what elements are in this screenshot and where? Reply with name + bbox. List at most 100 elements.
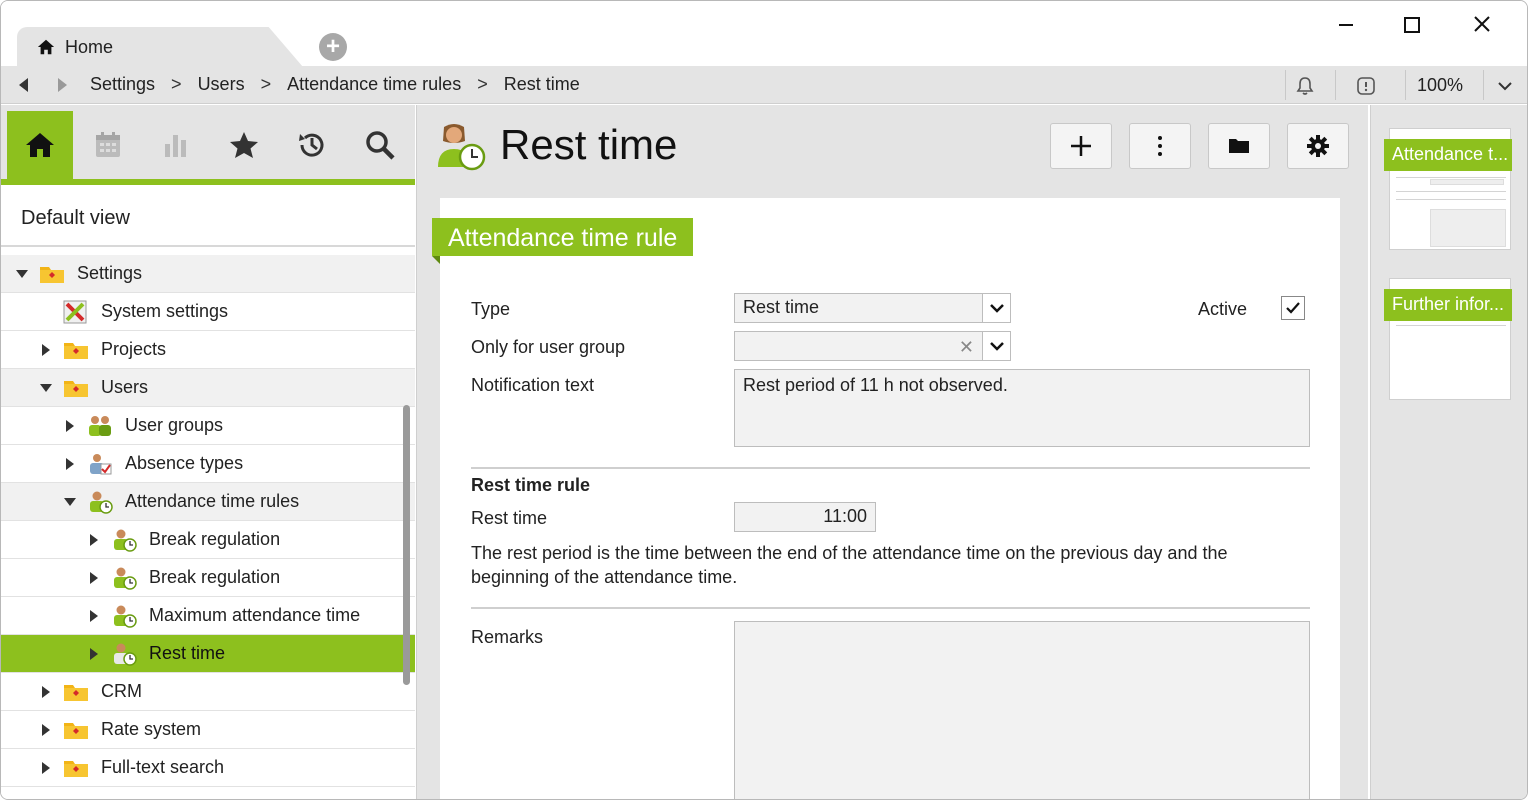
caret-right-icon[interactable]	[39, 343, 53, 357]
thumb-line	[1396, 191, 1506, 192]
forward-icon[interactable]	[53, 76, 71, 94]
add-icon	[1071, 136, 1091, 156]
tree-item-users[interactable]: Users	[1, 369, 415, 407]
tree-item-maximum-attendance-time[interactable]: Maximum attendance time	[1, 597, 415, 635]
sidebar-tab-history[interactable]	[279, 111, 345, 179]
folder-icon	[64, 684, 88, 701]
sidebar-tab-calendar[interactable]	[75, 111, 141, 179]
caret-right-icon[interactable]	[87, 571, 101, 585]
tree-item-break-regulation[interactable]: Break regulation	[1, 559, 415, 597]
tree-item-attendance-time-rules[interactable]: Attendance time rules	[1, 483, 415, 521]
calendar-icon	[96, 132, 120, 157]
settings-tools-icon	[63, 300, 87, 323]
caret-down-icon[interactable]	[63, 495, 77, 509]
title-bar: Home +	[1, 1, 1527, 67]
caret-down-icon[interactable]	[15, 267, 29, 281]
section-header-attendance-time-rule: Attendance time rule	[432, 218, 694, 264]
divider	[1335, 70, 1336, 100]
settings-button[interactable]	[1287, 123, 1349, 169]
active-checkbox[interactable]	[1281, 296, 1305, 320]
thumbnail-label: Attendance t...	[1384, 139, 1512, 171]
sidebar-tab-home[interactable]	[7, 111, 73, 179]
search-icon	[366, 131, 395, 160]
caret-right-icon[interactable]	[63, 419, 77, 433]
tree-item-full-text-search[interactable]: Full-text search	[1, 749, 415, 787]
rest-time-description: The rest period is the time between the …	[471, 543, 1228, 587]
user-group-dropdown-button[interactable]	[982, 332, 1010, 360]
close-icon[interactable]	[1467, 11, 1497, 39]
sidebar-icon-bar	[1, 105, 415, 185]
sidebar-scrollbar[interactable]	[403, 405, 410, 685]
maximize-icon[interactable]	[1397, 11, 1427, 39]
thumb-line	[1396, 199, 1506, 200]
caret-right-icon[interactable]	[87, 609, 101, 623]
tree-item-system-settings[interactable]: System settings	[1, 293, 415, 331]
caret-right-icon[interactable]	[39, 723, 53, 737]
attendance-icon	[114, 567, 137, 590]
folder-icon	[64, 342, 88, 359]
type-select[interactable]: Rest time	[734, 293, 1011, 323]
tree-item-absence-types[interactable]: Absence types	[1, 445, 415, 483]
main-content: Rest time Attendance time rule Type Rest…	[422, 105, 1368, 799]
more-icon	[1158, 136, 1162, 156]
home-icon	[26, 133, 54, 157]
tree-item-break-regulation[interactable]: Break regulation	[1, 521, 415, 559]
type-dropdown-button[interactable]	[982, 294, 1010, 322]
tree-item-label: Rate system	[101, 719, 202, 739]
breadcrumb-rest-time[interactable]: Rest time	[504, 74, 580, 95]
caret-right-icon[interactable]	[63, 457, 77, 471]
page-title: Rest time	[500, 121, 678, 168]
thumbnail-attendance-time-rule[interactable]: Attendance t...	[1384, 128, 1512, 250]
folder-button[interactable]	[1208, 123, 1270, 169]
remarks-textarea[interactable]	[734, 621, 1310, 799]
alert-icon[interactable]	[1355, 75, 1377, 97]
back-icon[interactable]	[15, 76, 33, 94]
remarks-label: Remarks	[471, 627, 544, 647]
tab-home[interactable]: Home	[17, 27, 303, 67]
bell-icon[interactable]	[1294, 75, 1316, 97]
tree-item-label: Attendance time rules	[125, 491, 300, 511]
breadcrumb-users[interactable]: Users	[198, 74, 245, 95]
rest-time-label: Rest time	[471, 508, 548, 528]
zoom-level[interactable]: 100%	[1417, 75, 1463, 96]
sidebar-tab-search[interactable]	[347, 111, 413, 179]
sidebar-tab-favorites[interactable]	[211, 111, 277, 179]
caret-right-icon[interactable]	[87, 647, 101, 661]
tree-item-label: Break regulation	[149, 529, 281, 549]
tree-item-crm[interactable]: CRM	[1, 673, 415, 711]
divider	[1285, 70, 1286, 100]
default-view-label[interactable]: Default view	[1, 185, 415, 247]
attendance-icon	[90, 491, 113, 514]
breadcrumb-separator: >	[477, 74, 488, 94]
tree-item-projects[interactable]: Projects	[1, 331, 415, 369]
thumb-line	[1396, 177, 1506, 178]
user-group-label: Only for user group	[471, 337, 626, 357]
chevron-down-icon[interactable]	[1494, 75, 1516, 97]
rest-time-input[interactable]: 11:00	[734, 502, 876, 532]
tree-item-rate-system[interactable]: Rate system	[1, 711, 415, 749]
tree-item-label: Settings	[77, 263, 143, 283]
breadcrumb-settings[interactable]: Settings	[90, 74, 155, 95]
breadcrumb-attendance-time-rules[interactable]: Attendance time rules	[287, 74, 461, 95]
divider	[1483, 70, 1484, 100]
caret-right-icon[interactable]	[39, 685, 53, 699]
clear-icon[interactable]: ✕	[959, 337, 974, 358]
minimize-icon[interactable]	[1331, 11, 1361, 39]
caret-right-icon[interactable]	[39, 761, 53, 775]
thumbnail-further-information[interactable]: Further infor...	[1384, 278, 1512, 400]
notification-textarea[interactable]: Rest period of 11 h not observed.	[734, 369, 1310, 447]
tree-item-user-groups[interactable]: User groups	[1, 407, 415, 445]
caret-down-icon[interactable]	[39, 381, 53, 395]
breadcrumb-separator: >	[171, 74, 182, 94]
sidebar-tab-reports[interactable]	[143, 111, 209, 179]
add-tab-button[interactable]: +	[319, 33, 347, 61]
tree-item-settings[interactable]: Settings	[1, 255, 415, 293]
gear-icon	[1307, 135, 1329, 157]
user-group-select[interactable]: ✕	[734, 331, 1011, 361]
add-button[interactable]	[1050, 123, 1112, 169]
caret-right-icon[interactable]	[87, 533, 101, 547]
tree-item-label: User groups	[125, 415, 224, 435]
thumb-field	[1430, 209, 1506, 247]
more-button[interactable]	[1129, 123, 1191, 169]
tree-item-rest-time[interactable]: Rest time	[1, 635, 415, 673]
